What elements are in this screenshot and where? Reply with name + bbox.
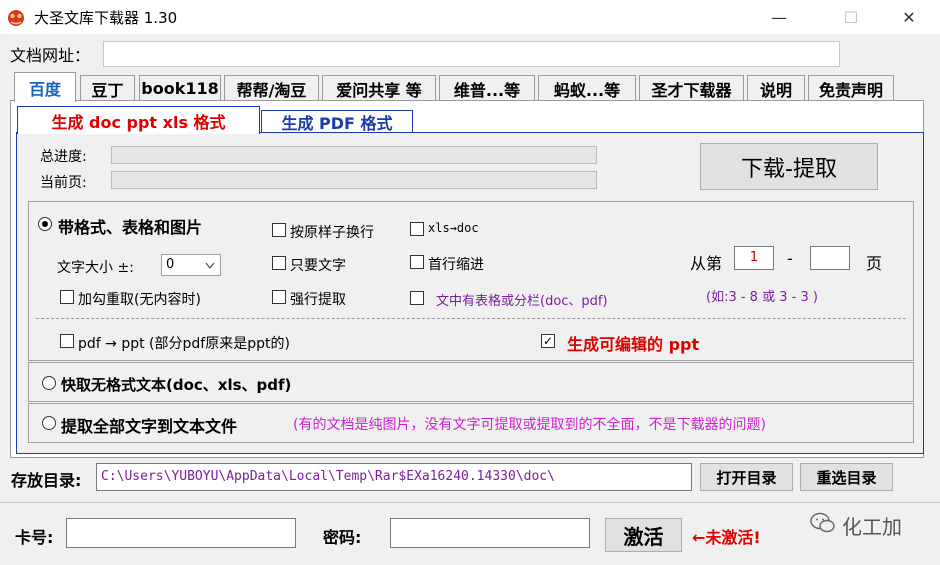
activation-status: ←未激活! (692, 528, 761, 547)
xls-doc-label: xls→doc (428, 221, 479, 235)
tab-aiwen[interactable]: 爱问共享 等 (322, 75, 436, 101)
font-size-select[interactable]: 0 (161, 254, 221, 276)
password-input[interactable] (390, 518, 590, 548)
storage-path-field[interactable]: C:\Users\YUBOYU\AppData\Local\Temp\Rar$E… (96, 463, 692, 491)
formatted-radio[interactable] (38, 217, 52, 231)
pdf-ppt-checkbox[interactable] (60, 334, 74, 348)
current-page-bar (111, 171, 597, 189)
tab-douding[interactable]: 豆丁 (80, 75, 135, 101)
force-extract-checkbox[interactable] (272, 290, 286, 304)
tab-help[interactable]: 说明 (747, 75, 805, 101)
font-size-value: 0 (166, 257, 175, 272)
storage-label: 存放目录: (11, 471, 82, 490)
quick-text-radio[interactable] (42, 376, 56, 390)
close-button[interactable]: ✕ (886, 0, 932, 34)
text-only-label: 只要文字 (290, 258, 346, 274)
add-hook-checkbox[interactable] (60, 290, 74, 304)
xls-doc-checkbox[interactable] (410, 222, 424, 236)
from-page-input[interactable]: 1 (734, 246, 774, 270)
original-linebreak-checkbox[interactable] (272, 223, 286, 237)
card-number-input[interactable] (66, 518, 296, 548)
total-progress-bar (111, 146, 597, 164)
activate-button[interactable]: 激活 (605, 518, 682, 552)
page-dash: - (787, 249, 793, 268)
text-only-checkbox[interactable] (272, 256, 286, 270)
force-extract-label: 强行提取 (290, 292, 346, 308)
chevron-down-icon (205, 262, 215, 270)
original-linebreak-label: 按原样子换行 (290, 225, 374, 241)
subtab-pdf[interactable]: 生成 PDF 格式 (261, 110, 413, 133)
watermark-text: 化工加 (842, 515, 902, 539)
app-logo-icon (8, 10, 24, 26)
url-input[interactable] (103, 41, 840, 67)
tab-disclaimer[interactable]: 免责声明 (808, 75, 894, 101)
subtab-doc-ppt-xls[interactable]: 生成 doc ppt xls 格式 (17, 106, 260, 134)
tab-bangbang[interactable]: 帮帮/淘豆 (224, 75, 319, 101)
editable-ppt-label: 生成可编辑的 ppt (567, 335, 700, 354)
first-indent-label: 首行缩进 (428, 257, 484, 273)
title-bar: 大圣文库下载器 1.30 — ☐ ✕ (0, 0, 940, 34)
pdf-ppt-label: pdf → ppt (部分pdf原来是ppt的) (78, 336, 290, 352)
download-extract-button[interactable]: 下载-提取 (700, 143, 878, 190)
total-progress-label: 总进度: (40, 149, 87, 165)
tab-shengcai[interactable]: 圣才下载器 (639, 75, 744, 101)
page-suffix-label: 页 (866, 254, 883, 273)
wechat-icon (810, 512, 835, 533)
tab-weipu[interactable]: 维普...等 (439, 75, 535, 101)
font-size-label: 文字大小 ±: (57, 260, 134, 276)
table-columns-checkbox[interactable] (410, 291, 424, 305)
first-indent-checkbox[interactable] (410, 255, 424, 269)
card-number-label: 卡号: (15, 528, 54, 547)
current-page-label: 当前页: (40, 175, 87, 191)
url-label: 文档网址： (10, 46, 91, 65)
reselect-folder-button[interactable]: 重选目录 (800, 463, 893, 491)
window-title: 大圣文库下载器 1.30 (34, 9, 178, 27)
extract-all-radio[interactable] (42, 416, 56, 430)
add-hook-label: 加勾重取(无内容时) (78, 292, 201, 308)
options-divider (36, 318, 906, 319)
to-page-input[interactable] (810, 246, 850, 270)
maximize-button[interactable]: ☐ (828, 0, 874, 34)
tab-mayi[interactable]: 蚂蚁...等 (538, 75, 636, 101)
page-range-hint: (如:3 - 8 或 3 - 3 ) (706, 290, 818, 305)
password-label: 密码: (323, 528, 362, 547)
from-page-label: 从第 (690, 254, 723, 273)
extract-all-label: 提取全部文字到文本文件 (61, 417, 238, 436)
editable-ppt-checkbox[interactable]: ✓ (541, 334, 555, 348)
formatted-radio-label: 带格式、表格和图片 (58, 218, 203, 237)
bottom-divider (0, 502, 940, 503)
open-folder-button[interactable]: 打开目录 (700, 463, 793, 491)
minimize-button[interactable]: — (756, 0, 802, 34)
extract-note: (有的文档是纯图片，没有文字可提取或提取到的不全面，不是下载器的问题) (293, 417, 766, 433)
tab-book118[interactable]: book118 (139, 75, 221, 101)
quick-text-label: 快取无格式文本(doc、xls、pdf) (61, 376, 292, 394)
table-columns-label: 文中有表格或分栏(doc、pdf) (436, 294, 608, 309)
tab-baidu[interactable]: 百度 (14, 72, 76, 102)
